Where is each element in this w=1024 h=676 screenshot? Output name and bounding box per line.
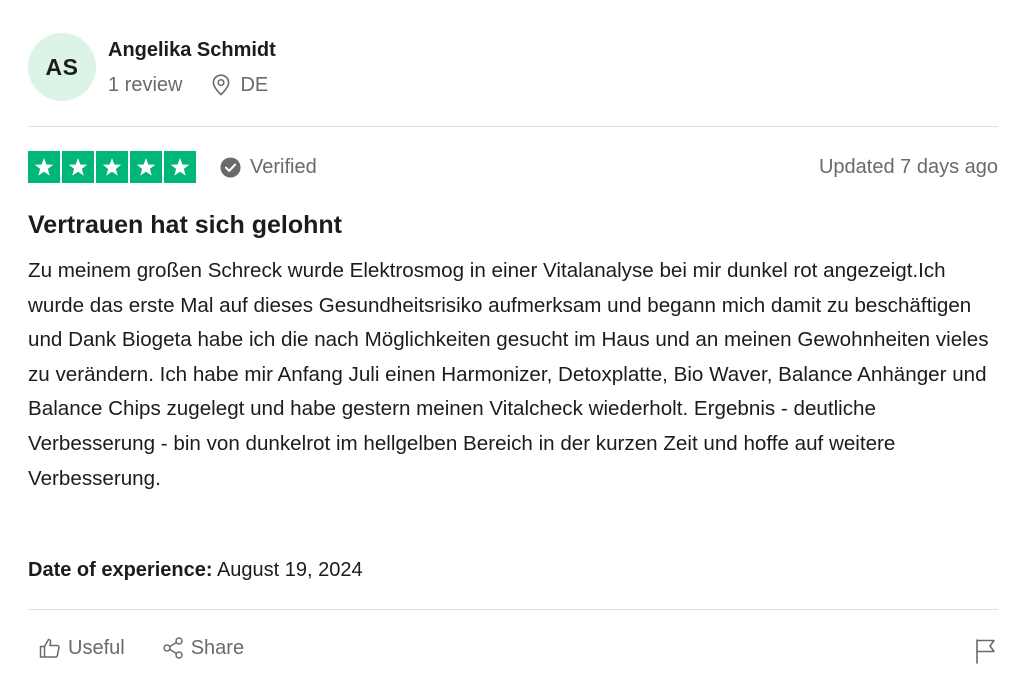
flag-icon: [976, 639, 995, 664]
divider: [28, 126, 998, 127]
verified-badge[interactable]: Verified: [220, 156, 317, 179]
verified-check-icon: [220, 156, 241, 178]
star-icon: [96, 151, 128, 183]
star-icon: [62, 151, 94, 183]
country-code: DE: [240, 74, 269, 96]
review-title: Vertrauen hat sich gelohnt: [28, 211, 342, 239]
star-icon: [164, 151, 196, 183]
share-label: Share: [190, 636, 245, 659]
reviewer-meta: 1 review DE: [108, 72, 276, 98]
report-flag-button[interactable]: [974, 638, 998, 669]
useful-button[interactable]: Useful: [38, 636, 125, 660]
useful-label: Useful: [68, 636, 125, 659]
avatar[interactable]: AS: [28, 33, 96, 101]
location-pin-icon: [213, 74, 230, 96]
reviewer-name[interactable]: Angelika Schmidt: [108, 37, 276, 63]
verified-label: Verified: [250, 155, 317, 178]
date-of-experience: Date of experience: August 19, 2024: [28, 556, 363, 584]
updated-timestamp: Updated 7 days ago: [818, 155, 998, 178]
experience-date: August 19, 2024: [216, 559, 363, 581]
divider: [28, 609, 998, 610]
rating-row: Verified Updated 7 days ago: [28, 151, 998, 183]
share-icon: [162, 637, 183, 659]
review-count: 1 review: [108, 74, 183, 96]
star-icon: [130, 151, 162, 183]
star-rating: [28, 151, 198, 183]
thumbs-up-icon: [39, 638, 60, 658]
experience-label: Date of experience:: [28, 559, 213, 581]
star-icon: [28, 151, 60, 183]
reviewer-info: Angelika Schmidt 1 review DE: [108, 33, 276, 98]
review-body: Zu meinem großen Schreck wurde Elektrosm…: [28, 259, 989, 490]
review-actions: Useful Share: [38, 636, 280, 660]
reviewer-header: AS Angelika Schmidt 1 review DE: [28, 33, 276, 101]
share-button[interactable]: Share: [161, 636, 244, 660]
reviewer-location: DE: [212, 72, 268, 98]
